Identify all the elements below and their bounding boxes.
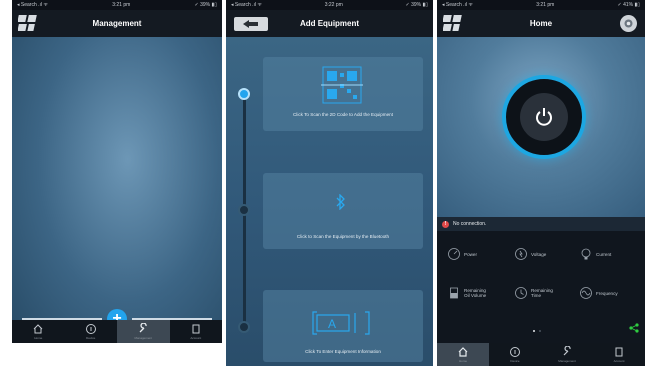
metric-label: Frequency [596,290,618,296]
home-screen: ◂ Search .ıl ᯤ 3:21 pm ✓ 41% ▮▯ Home ! N… [437,0,645,366]
page-indicator[interactable] [533,330,541,332]
bluetooth-icon [336,194,345,210]
app-logo-icon [18,15,37,31]
tab-bar: Home Device Management Account [12,320,222,343]
metric-current[interactable]: Current [579,247,622,261]
text-input-icon: A [312,311,370,335]
tab-device[interactable]: Device [489,343,541,366]
metric-power[interactable]: Power [447,247,490,261]
tab-account[interactable]: Account [170,320,223,343]
enter-info-card[interactable]: A Click To Enter Equipment Information [263,290,423,362]
metric-label: Remaining Time [531,288,553,298]
carrier-label: ◂ Search .ıl ᯤ [17,2,48,8]
alert-icon: ! [442,220,449,228]
app-logo-icon [443,15,462,31]
step-indicator [238,321,250,333]
power-button[interactable] [502,75,586,159]
metric-frequency[interactable]: Frequency [579,286,622,300]
power-icon [536,108,552,126]
home-icon [458,347,468,357]
scan-bluetooth-label: Click to Scan the Equipment by the Bluet… [296,234,390,239]
page-dot-active [533,330,535,332]
document-icon [615,347,623,357]
info-icon [510,347,520,357]
metric-label: Current [596,251,612,257]
clock-label: 3:21 pm [536,2,555,8]
current-icon [581,248,591,260]
metric-label: Voltage [531,251,547,257]
scan-bluetooth-card[interactable]: Click to Scan the Equipment by the Bluet… [263,173,423,249]
battery-label: ✓ 41% ▮▯ [617,2,640,8]
tab-account[interactable]: Account [593,343,645,366]
carrier-label: ◂ Search .ıl ᯤ [231,2,262,8]
tab-device[interactable]: Device [65,320,118,343]
home-content: ! No connection. Power Voltage Current R… [437,37,645,366]
scan-qr-card[interactable]: Click To Scan the 2D Code to Add the Equ… [263,57,423,131]
tab-label: Device [510,359,520,363]
tab-home[interactable]: Home [437,343,489,366]
clock-label: 3:21 pm [112,2,131,8]
connection-status-text: No connection. [453,221,487,227]
device-list-area: + Home Device Management Account [12,37,222,343]
battery-label: ✓ 39% ▮▯ [405,2,428,8]
power-gauge-icon [448,248,460,260]
voltage-icon [515,248,527,260]
info-icon [85,324,96,334]
nav-bar: Add Equipment [226,10,433,37]
metric-remaining-time[interactable]: Remaining Time [514,286,557,300]
qr-code-icon [321,66,363,104]
step-indicator [238,204,250,216]
nav-bar: Home [437,10,645,37]
connection-status-bar: ! No connection. [437,217,645,231]
scan-qr-label: Click To Scan the 2D Code to Add the Equ… [292,112,394,117]
power-button-core [520,93,568,141]
page-dot [539,330,541,332]
metrics-panel: Power Voltage Current Remaining Oil Volu… [437,231,645,343]
tab-label: Management [134,336,152,340]
add-equipment-screen: ◂ Search .ıl ᯤ 3:22 pm ✓ 39% ▮▯ Add Equi… [226,0,433,366]
clock-icon [515,287,527,299]
share-icon[interactable] [629,323,639,333]
step-indicator-active [238,88,250,100]
metric-label: Remaining Oil Volume [464,288,487,298]
back-arrow-icon [243,20,258,28]
tab-bar: Home Device Management Account [437,343,645,366]
metric-oil-volume[interactable]: Remaining Oil Volume [447,286,490,300]
power-panel [437,37,645,217]
status-bar: ◂ Search .ıl ᯤ 3:21 pm ✓ 41% ▮▯ [437,0,645,10]
tab-label: Device [86,336,96,340]
carrier-label: ◂ Search .ıl ᯤ [442,2,473,8]
wrench-icon [563,346,571,356]
tab-label: Account [190,336,202,340]
page-title: Home [529,19,553,28]
tab-label: Management [558,359,576,363]
metric-voltage[interactable]: Voltage [514,247,557,261]
back-button[interactable] [234,17,268,31]
document-icon [192,324,200,334]
page-title: Management [92,19,142,28]
page-title: Add Equipment [299,19,360,28]
status-bar: ◂ Search .ıl ᯤ 3:22 pm ✓ 39% ▮▯ [226,0,433,10]
enter-info-label: Click To Enter Equipment Information [305,349,381,354]
tab-label: Account [613,359,625,363]
metric-label: Power [464,251,478,257]
settings-icon[interactable] [619,14,638,33]
text-input-glyph: A [328,317,336,331]
status-bar: ◂ Search .ıl ᯤ 3:21 pm ✓ 39% ▮▯ [12,0,222,10]
wrench-icon [139,323,147,333]
frequency-icon [580,287,592,299]
add-methods-area: Click To Scan the 2D Code to Add the Equ… [226,37,433,366]
oil-volume-icon [450,287,458,299]
tab-management[interactable]: Management [541,343,593,366]
tab-label: Home [458,359,467,363]
management-screen: ◂ Search .ıl ᯤ 3:21 pm ✓ 39% ▮▯ Manageme… [12,0,222,366]
home-icon [33,324,43,334]
clock-label: 3:22 pm [324,2,343,8]
tab-label: Home [34,336,43,340]
tab-home[interactable]: Home [12,320,65,343]
battery-label: ✓ 39% ▮▯ [194,2,217,8]
nav-bar: Management [12,10,222,37]
tab-management[interactable]: Management [117,320,170,343]
